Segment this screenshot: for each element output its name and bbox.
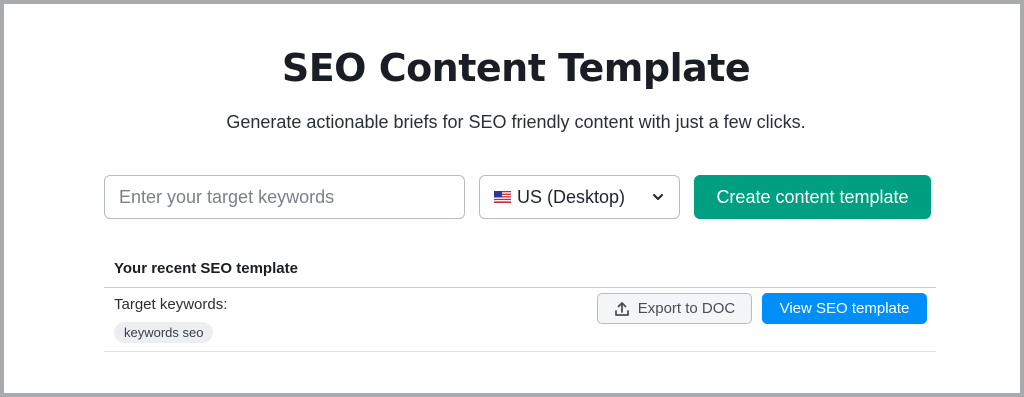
page-subtitle: Generate actionable briefs for SEO frien… xyxy=(226,112,806,132)
database-select[interactable]: US (Desktop) xyxy=(479,175,680,219)
page-frame: SEO Content Template Generate actionable… xyxy=(0,0,1024,397)
us-flag-icon xyxy=(494,191,511,203)
page-title: SEO Content Template xyxy=(281,46,751,90)
upload-icon xyxy=(614,301,629,316)
create-content-template-button[interactable]: Create content template xyxy=(694,175,931,219)
chevron-down-icon xyxy=(653,194,663,200)
divider xyxy=(104,351,936,352)
database-select-value: US (Desktop) xyxy=(517,186,626,207)
keywords-input[interactable] xyxy=(104,175,465,219)
keyword-tag: keywords seo xyxy=(114,322,214,343)
target-keywords-label: Target keywords: xyxy=(114,296,228,313)
view-seo-template-button[interactable]: View SEO template xyxy=(762,293,927,324)
export-to-doc-button[interactable]: Export to DOC xyxy=(597,293,752,324)
recent-templates-heading: Your recent SEO template xyxy=(114,260,298,277)
export-to-doc-label: Export to DOC xyxy=(637,300,736,317)
divider xyxy=(104,287,936,288)
